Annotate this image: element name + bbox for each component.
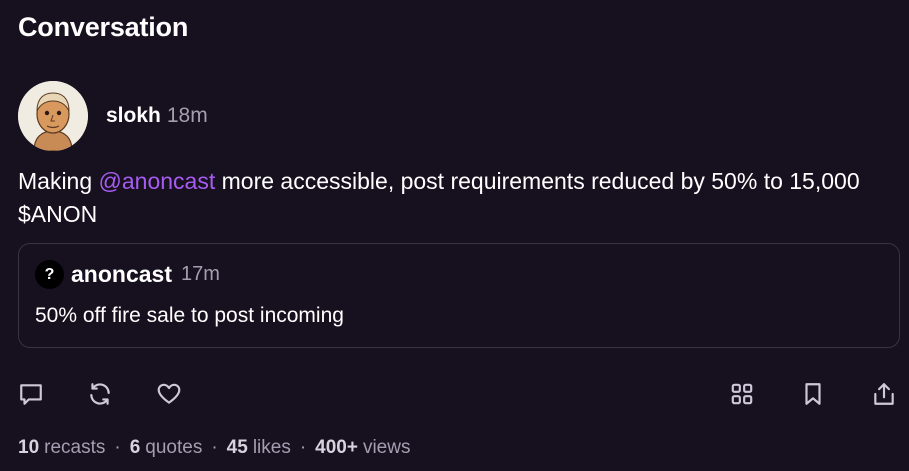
stat-separator: · — [299, 437, 307, 458]
quoted-author-avatar[interactable]: ? — [35, 260, 64, 289]
quoted-post-text: 50% off fire sale to post incoming — [35, 304, 344, 327]
recasts-stat[interactable]: 10 recasts — [18, 437, 105, 459]
reply-icon[interactable] — [18, 381, 44, 407]
quotes-label: quotes — [145, 437, 203, 458]
share-icon[interactable] — [871, 381, 897, 407]
post-text-before: Making — [18, 168, 99, 194]
post-actions-left — [18, 381, 182, 407]
views-count: 400+ — [315, 437, 358, 458]
quoted-post-timestamp: 17m — [180, 263, 220, 285]
likes-stat[interactable]: 45 likes — [227, 437, 291, 459]
quoted-post-card[interactable]: ? anoncast 17m 50% off fire sale to post… — [18, 243, 900, 348]
grid-icon[interactable] — [729, 381, 755, 407]
recasts-count: 10 — [18, 437, 40, 458]
stat-separator: · — [211, 437, 218, 458]
stat-separator: · — [114, 437, 121, 458]
views-label: views — [362, 437, 411, 458]
likes-count: 45 — [226, 437, 248, 458]
post-actions-right — [729, 381, 897, 407]
avatar[interactable] — [18, 81, 88, 151]
page-title: Conversation — [18, 12, 189, 42]
quoted-post-header: ? anoncast 17m — [35, 260, 220, 289]
views-stat: 400+ views — [315, 437, 410, 459]
post-author-row: slokh 18m — [18, 81, 208, 151]
post-stats: 10 recasts · 6 quotes · 45 likes · 400+ view… — [18, 437, 410, 459]
likes-label: likes — [252, 437, 291, 458]
post-body: Making @anoncast more accessible, post r… — [18, 165, 898, 231]
recasts-label: recasts — [44, 437, 106, 458]
mention-link[interactable]: @anoncast — [99, 168, 216, 194]
quotes-stat[interactable]: 6 quotes — [130, 437, 203, 459]
post-timestamp[interactable]: 18m — [167, 104, 208, 128]
avatar-illustration — [18, 81, 88, 151]
quotes-count: 6 — [129, 437, 141, 458]
like-icon[interactable] — [156, 381, 182, 407]
recast-icon[interactable] — [87, 381, 113, 407]
bookmark-icon[interactable] — [800, 381, 826, 407]
author-name[interactable]: slokh — [106, 104, 161, 128]
quoted-author-name[interactable]: anoncast — [71, 261, 172, 288]
